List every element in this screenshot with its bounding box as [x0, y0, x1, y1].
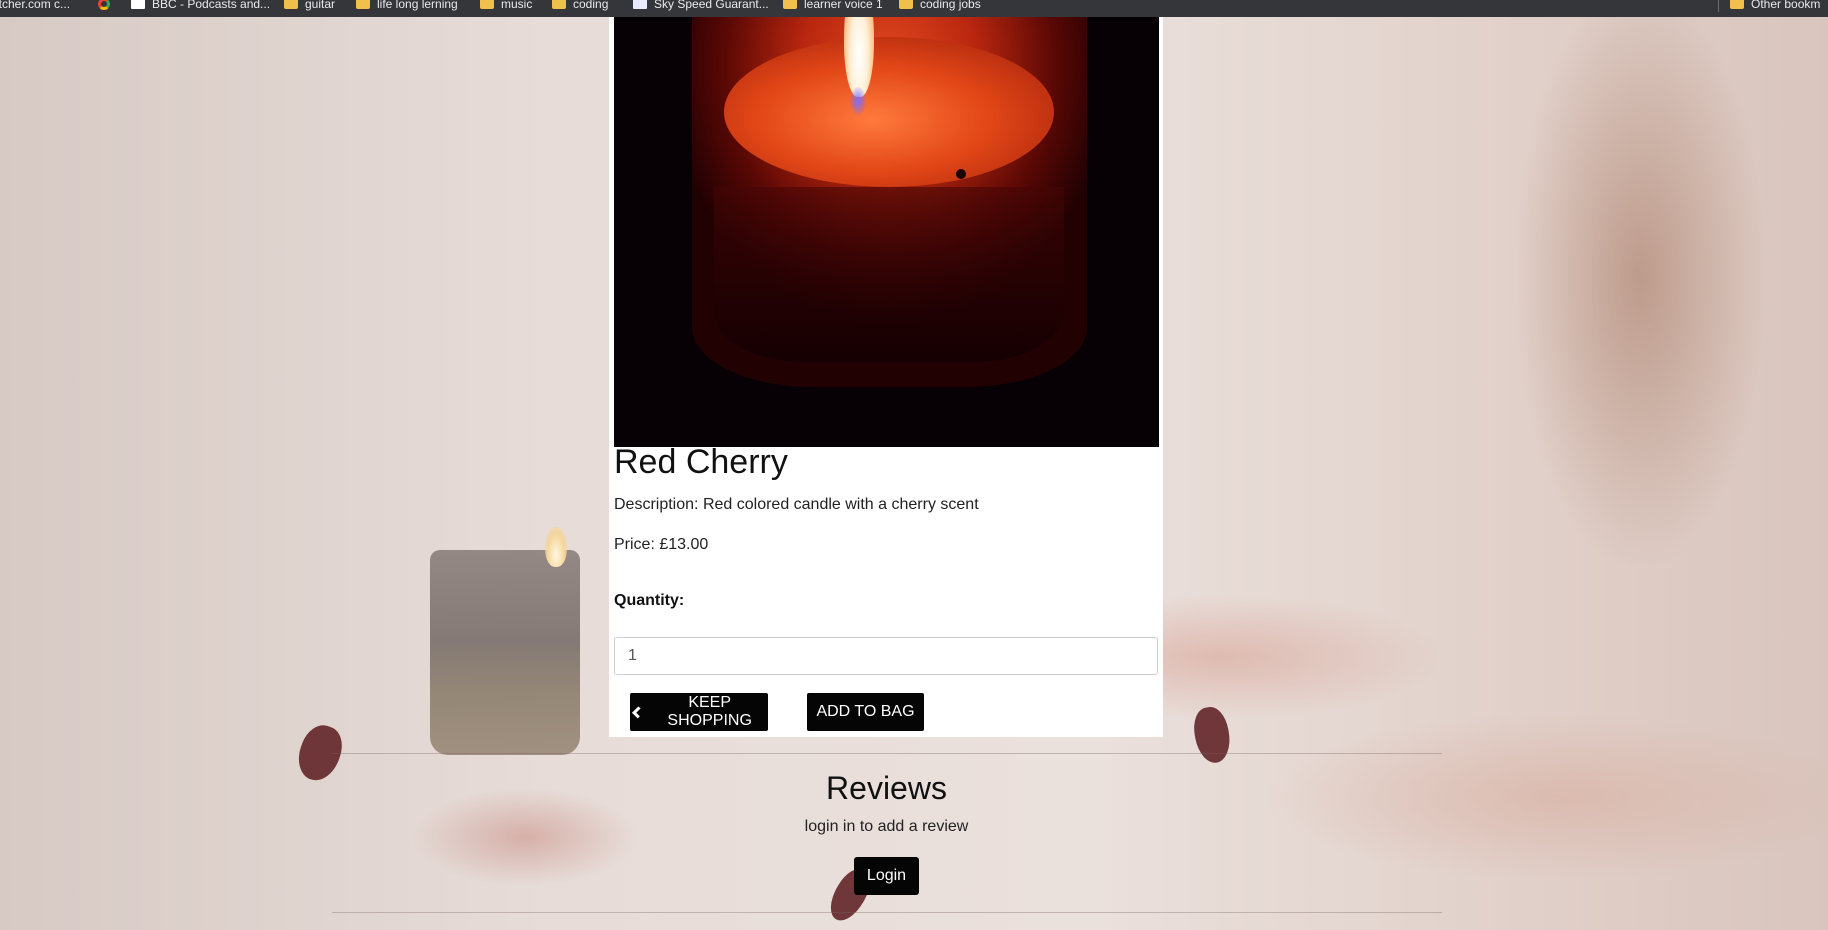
bookmark-coding-jobs[interactable]: coding jobs	[899, 0, 981, 12]
product-price: Price: £13.00	[614, 536, 708, 554]
bookmark-other-bookmarks[interactable]: Other bookm	[1730, 0, 1820, 12]
bookmark-music[interactable]: music	[480, 0, 532, 12]
divider	[332, 912, 1442, 913]
bookmark-label: life long lerning	[377, 0, 458, 11]
candle-wax	[724, 37, 1054, 187]
login-label: Login	[866, 867, 907, 884]
price-label: Price:	[614, 536, 655, 553]
product-detail-card: Red Cherry Description: Red colored cand…	[609, 17, 1163, 737]
bookmark-google[interactable]	[98, 0, 110, 12]
bookmark-label: coding	[573, 0, 609, 11]
chevron-left-icon	[632, 705, 645, 719]
bookmarks-separator	[1718, 0, 1719, 12]
page-icon	[131, 0, 145, 9]
quantity-input[interactable]	[614, 637, 1158, 675]
bookmark-label: music	[501, 0, 533, 11]
google-icon	[98, 0, 110, 10]
bookmark-label: coding jobs	[920, 0, 981, 11]
bookmark-watcher[interactable]: atcher.com c...	[0, 0, 70, 12]
bookmark-coding[interactable]: coding	[552, 0, 608, 12]
divider	[332, 753, 1442, 754]
login-button[interactable]: Login	[854, 857, 919, 895]
price-value: £13.00	[659, 536, 709, 553]
bookmark-label: BBC - Podcasts and...	[152, 0, 271, 11]
background-nail	[1190, 704, 1234, 766]
bookmarks-bar: atcher.com c... BBC - Podcasts and... gu…	[0, 0, 1828, 17]
bookmark-label: Sky Speed Guarant...	[654, 0, 769, 11]
add-to-bag-button[interactable]: ADD TO BAG	[807, 693, 924, 731]
bookmark-bbc-podcasts[interactable]: BBC - Podcasts and...	[131, 0, 270, 12]
background-candle-flame	[545, 527, 567, 567]
bookmark-label: Other bookm	[1751, 0, 1821, 11]
bookmark-label: learner voice 1	[804, 0, 883, 11]
candle-wick	[956, 169, 966, 179]
add-to-bag-label: ADD TO BAG	[816, 703, 915, 720]
bookmark-life-long-lerning[interactable]: life long lerning	[356, 0, 458, 12]
reviews-heading: Reviews	[826, 770, 947, 806]
description-text: Red colored candle with a cherry scent	[702, 496, 979, 513]
product-description: Description: Red colored candle with a c…	[614, 496, 979, 514]
bookmark-label: guitar	[305, 0, 336, 11]
keep-shopping-button[interactable]: KEEP SHOPPING	[630, 693, 768, 731]
background-candle	[430, 550, 580, 755]
bookmark-learner-voice[interactable]: learner voice 1	[783, 0, 883, 12]
folder-icon	[552, 0, 566, 9]
product-name: Red Cherry	[614, 443, 788, 481]
bookmark-guitar[interactable]: guitar	[284, 0, 335, 12]
folder-icon	[783, 0, 797, 9]
keep-shopping-label: KEEP SHOPPING	[667, 694, 752, 729]
quantity-label: Quantity:	[614, 592, 685, 609]
folder-icon	[899, 0, 913, 9]
reviews-login-note: login in to add a review	[804, 818, 969, 835]
folder-icon	[480, 0, 494, 9]
folder-icon	[356, 0, 370, 9]
product-image	[614, 17, 1159, 447]
folder-icon	[284, 0, 298, 9]
candle-flame-core	[850, 87, 866, 115]
candle-glass-base	[714, 187, 1064, 362]
folder-icon	[1730, 0, 1744, 9]
bookmark-sky-speed[interactable]: Sky Speed Guarant...	[633, 0, 769, 12]
sky-icon	[633, 0, 647, 9]
bookmark-label: atcher.com c...	[0, 0, 71, 11]
description-label: Description:	[614, 496, 699, 513]
